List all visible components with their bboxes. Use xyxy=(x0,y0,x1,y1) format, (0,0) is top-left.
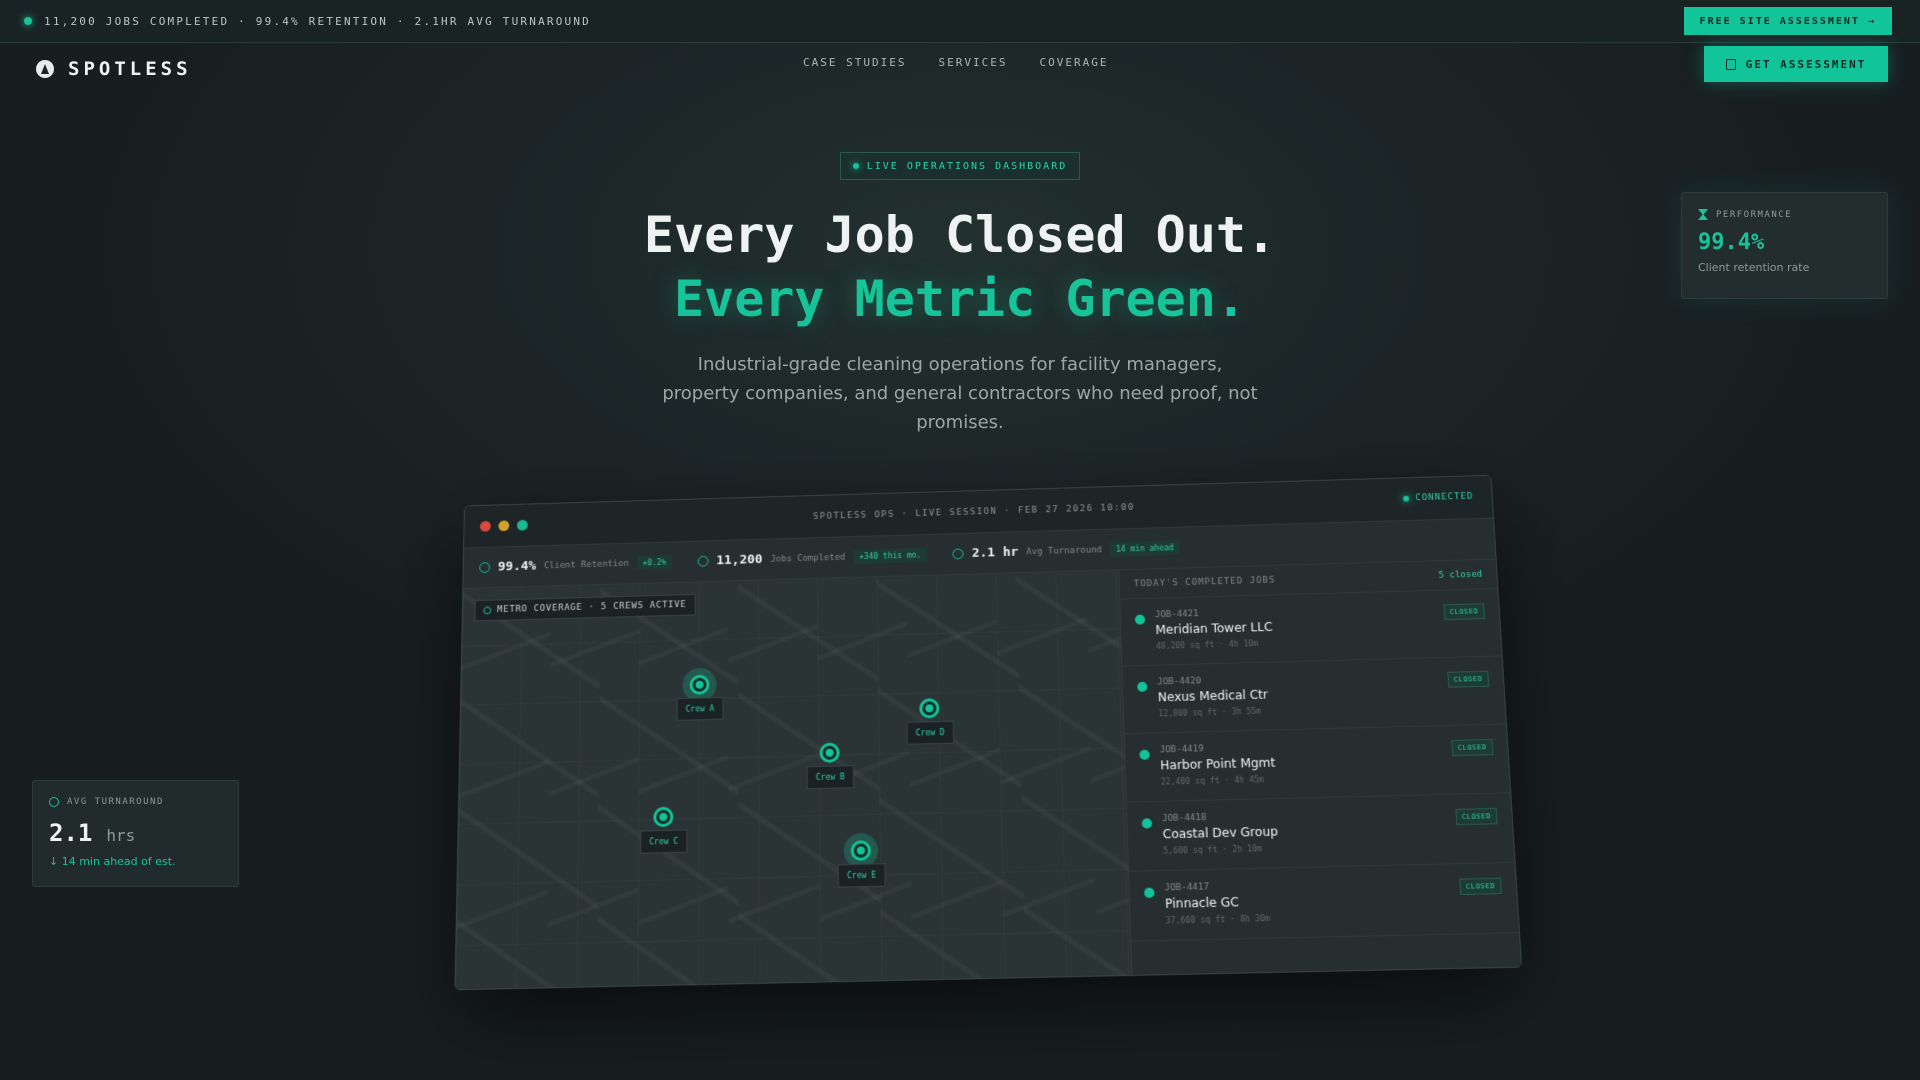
connection-status-text: CONNECTED xyxy=(1415,491,1474,504)
nav-link-case-studies[interactable]: CASE STUDIES xyxy=(803,56,906,69)
turnaround-label-text: AVG TURNAROUND xyxy=(67,797,164,807)
check-circle-icon xyxy=(1144,887,1155,899)
crew-label: Crew E xyxy=(837,863,886,888)
dashboard-mockup: SPOTLESS OPS · LIVE SESSION · FEB 27 202… xyxy=(454,474,1523,991)
hero-headline-line-1: Every Job Closed Out. xyxy=(643,206,1277,264)
nav-link-coverage[interactable]: COVERAGE xyxy=(1039,56,1108,69)
map-tag-text: METRO COVERAGE · 5 CREWS ACTIVE xyxy=(497,599,687,616)
crew-marker-b[interactable]: Crew B xyxy=(806,745,854,790)
map-tag: METRO COVERAGE · 5 CREWS ACTIVE xyxy=(474,593,696,622)
turnaround-number: 2.1 xyxy=(49,819,93,847)
job-meta: 12,800 sq ft · 3h 55m xyxy=(1158,706,1262,719)
job-meta: 5,600 sq ft · 2h 10m xyxy=(1163,844,1263,856)
brand-name: SPOTLESS xyxy=(68,58,192,80)
nav-link-services[interactable]: SERVICES xyxy=(938,56,1007,69)
nav-links: CASE STUDIES SERVICES COVERAGE xyxy=(803,56,1108,69)
check-circle-icon xyxy=(1137,681,1148,692)
logo-icon xyxy=(36,60,54,78)
crew-marker-d[interactable]: Crew D xyxy=(906,701,955,745)
stat-value: 2.1 hr xyxy=(971,544,1019,561)
performance-card: PERFORMANCE 99.4% Client retention rate xyxy=(1681,192,1888,299)
stat-value: 11,200 xyxy=(716,552,763,569)
stat-label: Jobs Completed xyxy=(770,552,846,565)
ticker: 11,200 JOBS COMPLETED · 99.4% RETENTION … xyxy=(24,15,591,28)
job-meta: 22,400 sq ft · 4h 45m xyxy=(1160,775,1265,787)
crew-marker-a[interactable]: Crew A xyxy=(676,677,724,721)
live-dot-icon xyxy=(852,163,859,169)
performance-value: 99.4% xyxy=(1698,230,1765,255)
turnaround-caption: ↓ 14 min ahead of est. xyxy=(49,855,176,868)
coverage-map[interactable]: METRO COVERAGE · 5 CREWS ACTIVE Crew A C… xyxy=(455,570,1133,991)
shield-icon xyxy=(479,562,491,574)
connected-dot-icon xyxy=(1403,495,1410,502)
status-badge: CLOSED xyxy=(1459,877,1502,896)
map-pin-icon xyxy=(656,809,671,825)
turnaround-card: AVG TURNAROUND 2.1 hrs ↓ 14 min ahead of… xyxy=(32,780,239,887)
check-circle-icon xyxy=(1141,818,1153,829)
stat-jobs: 11,200 Jobs Completed +340 this mo. xyxy=(697,547,928,569)
status-badge: CLOSED xyxy=(1455,807,1498,826)
performance-label-text: PERFORMANCE xyxy=(1716,209,1793,220)
crew-marker-c[interactable]: Crew C xyxy=(640,809,688,854)
job-row[interactable]: JOB-4419 Harbor Point Mgmt 22,400 sq ft … xyxy=(1124,724,1511,803)
crew-marker-e[interactable]: Crew E xyxy=(837,843,886,888)
job-row[interactable]: JOB-4421 Meridian Tower LLC 48,200 sq ft… xyxy=(1120,589,1502,667)
ticker-text: 11,200 JOBS COMPLETED · 99.4% RETENTION … xyxy=(44,14,591,28)
stat-chip: 14 min ahead xyxy=(1109,540,1180,557)
turnaround-value: 2.1 hrs xyxy=(49,819,222,847)
hero-lead: Industrial-grade cleaning operations for… xyxy=(662,354,1258,433)
status-badge: CLOSED xyxy=(1443,603,1486,621)
crew-label: Crew D xyxy=(906,720,955,745)
check-circle-icon xyxy=(697,555,709,567)
map-pin-icon xyxy=(854,843,869,858)
check-circle-icon xyxy=(1139,749,1150,760)
brand-logo[interactable]: SPOTLESS xyxy=(36,52,192,86)
live-dashboard-badge: LIVE OPERATIONS DASHBOARD xyxy=(840,152,1080,180)
live-dot-icon xyxy=(24,17,32,25)
job-row[interactable]: JOB-4417 Pinnacle GC 37,600 sq ft · 8h 3… xyxy=(1129,862,1519,942)
stat-label: Avg Turnaround xyxy=(1026,544,1103,557)
clock-icon xyxy=(952,548,964,560)
map-pin-icon xyxy=(693,677,707,692)
jobs-count: 5 closed xyxy=(1438,569,1483,581)
stat-turnaround: 2.1 hr Avg Turnaround 14 min ahead xyxy=(952,540,1180,561)
completed-jobs-panel: TODAY'S COMPLETED JOBS 5 closed JOB-4421… xyxy=(1119,559,1522,977)
job-row[interactable]: JOB-4418 Coastal Dev Group 5,600 sq ft ·… xyxy=(1126,793,1515,872)
stat-chip: +0.2% xyxy=(636,554,673,571)
stat-retention: 99.4% Client Retention +0.2% xyxy=(479,554,673,575)
job-meta: 37,600 sq ft · 8h 30m xyxy=(1165,913,1271,926)
connection-status: CONNECTED xyxy=(1403,492,1474,504)
clipboard-icon xyxy=(1725,58,1736,70)
turnaround-unit: hrs xyxy=(106,826,136,845)
get-assessment-button[interactable]: GET ASSESSMENT xyxy=(1704,46,1888,82)
performance-caption: Client retention rate xyxy=(1698,261,1810,274)
job-row[interactable]: JOB-4420 Nexus Medical Ctr 12,800 sq ft … xyxy=(1122,656,1506,735)
crew-label: Crew B xyxy=(806,765,854,790)
turnaround-label: AVG TURNAROUND xyxy=(49,797,222,807)
map-pin-icon xyxy=(822,745,838,760)
status-badge: CLOSED xyxy=(1451,738,1494,757)
hero-headline-line-2: Every Metric Green. xyxy=(674,270,1246,328)
free-site-assessment-button[interactable]: FREE SITE ASSESSMENT → xyxy=(1683,7,1892,35)
main-nav: SPOTLESS CASE STUDIES SERVICES COVERAGE … xyxy=(0,44,1920,126)
dashboard-window: SPOTLESS OPS · LIVE SESSION · FEB 27 202… xyxy=(454,474,1523,991)
map-pin-icon xyxy=(922,701,937,716)
performance-label: PERFORMANCE xyxy=(1698,209,1871,220)
stat-value: 99.4% xyxy=(497,558,537,575)
status-badge: CLOSED xyxy=(1447,670,1490,688)
location-icon xyxy=(483,606,492,615)
crew-label: Crew C xyxy=(640,829,688,854)
hourglass-icon xyxy=(1698,209,1708,220)
jobs-heading: TODAY'S COMPLETED JOBS xyxy=(1133,575,1276,589)
dashboard-body: METRO COVERAGE · 5 CREWS ACTIVE Crew A C… xyxy=(455,559,1522,991)
announcement-bar: 11,200 JOBS COMPLETED · 99.4% RETENTION … xyxy=(0,0,1920,43)
badge-text: LIVE OPERATIONS DASHBOARD xyxy=(866,160,1068,172)
stat-chip: +340 this mo. xyxy=(853,547,928,565)
stat-label: Client Retention xyxy=(543,558,629,571)
crew-label: Crew A xyxy=(676,696,724,721)
clock-icon xyxy=(49,797,59,807)
get-assessment-label: GET ASSESSMENT xyxy=(1745,57,1867,71)
check-circle-icon xyxy=(1134,614,1146,625)
